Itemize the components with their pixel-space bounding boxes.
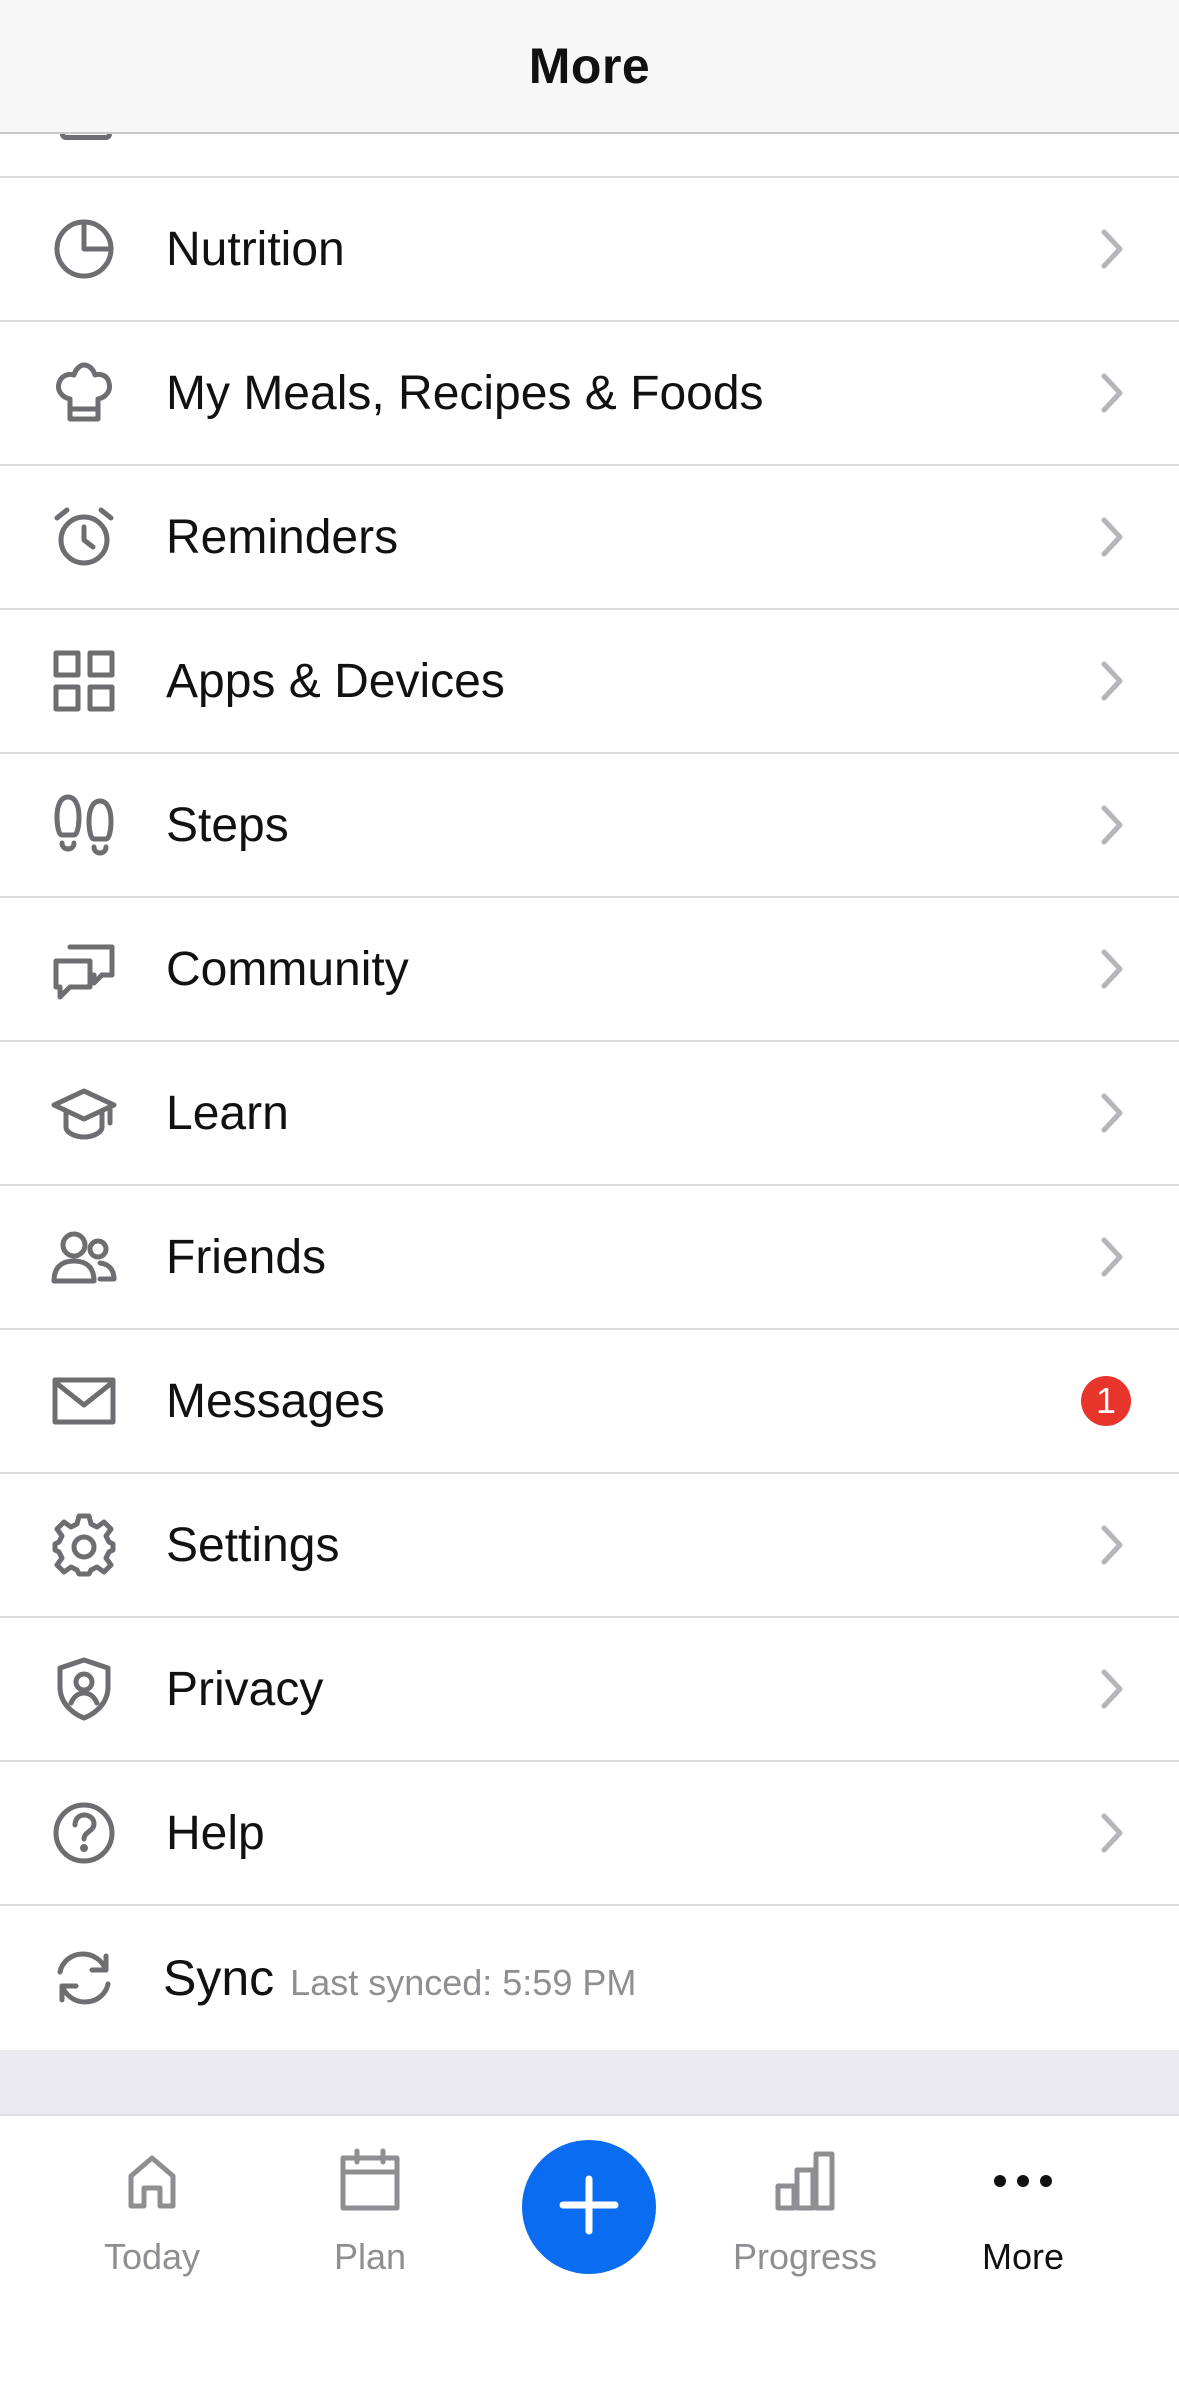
menu-item-privacy[interactable]: Privacy <box>0 1618 1179 1762</box>
unread-count-badge: 1 <box>1081 1376 1131 1426</box>
menu-item-label: Reminders <box>166 510 399 564</box>
home-icon <box>117 2146 187 2216</box>
calendar-icon <box>335 2146 405 2216</box>
chevron-right-icon <box>1097 1234 1127 1280</box>
chevron-right-icon <box>1097 802 1127 848</box>
gear-icon <box>50 1511 118 1579</box>
menu-item-label: Messages <box>166 1374 385 1428</box>
partially-hidden-row[interactable] <box>0 134 1179 178</box>
chevron-right-icon <box>1097 1666 1127 1712</box>
chevron-right-icon <box>1097 1810 1127 1856</box>
menu-item-reminders[interactable]: Reminders <box>0 466 1179 610</box>
bar-chart-icon <box>770 2146 840 2216</box>
tab-label: More <box>981 2236 1065 2277</box>
menu-item-steps[interactable]: Steps <box>0 754 1179 898</box>
question-circle-icon <box>50 1799 118 1867</box>
tab-plan[interactable]: Plan <box>275 2146 465 2306</box>
tab-label: Today <box>103 2236 201 2277</box>
chat-bubbles-icon <box>50 935 118 1003</box>
sync-label: Sync <box>163 1950 275 2006</box>
shield-user-icon <box>50 1655 118 1723</box>
menu-item-nutrition[interactable]: Nutrition <box>0 178 1179 322</box>
page-title: More <box>528 38 651 94</box>
menu-item-label: Nutrition <box>166 222 345 276</box>
chevron-right-icon <box>1097 226 1127 272</box>
sync-text: Sync Last synced: 5:59 PM <box>163 1949 636 2007</box>
more-screen: More Nutrition My Meals, Recipes & Foods… <box>0 0 1179 2396</box>
menu-item-label: Apps & Devices <box>166 654 505 708</box>
menu-item-sync[interactable]: Sync Last synced: 5:59 PM <box>0 1906 1179 2050</box>
more-dots-icon <box>988 2146 1058 2216</box>
menu-item-label: Friends <box>166 1230 327 1284</box>
tab-more[interactable]: More <box>928 2146 1118 2306</box>
partial-icon <box>60 134 112 140</box>
envelope-icon <box>50 1367 118 1435</box>
sync-icon <box>50 1944 118 2012</box>
grid-icon <box>50 647 118 715</box>
menu-item-help[interactable]: Help <box>0 1762 1179 1906</box>
people-icon <box>50 1223 118 1291</box>
menu-item-label: Learn <box>166 1086 289 1140</box>
graduation-cap-icon <box>50 1079 118 1147</box>
menu-item-friends[interactable]: Friends <box>0 1186 1179 1330</box>
menu-item-settings[interactable]: Settings <box>0 1474 1179 1618</box>
menu-item-messages[interactable]: Messages 1 <box>0 1330 1179 1474</box>
tab-label: Progress <box>732 2236 878 2277</box>
menu-item-apps-devices[interactable]: Apps & Devices <box>0 610 1179 754</box>
tab-progress[interactable]: Progress <box>710 2146 900 2306</box>
chevron-right-icon <box>1097 946 1127 992</box>
menu-item-label: Community <box>166 942 409 996</box>
alarm-clock-icon <box>50 503 118 571</box>
chevron-right-icon <box>1097 514 1127 560</box>
chevron-right-icon <box>1097 658 1127 704</box>
chevron-right-icon <box>1097 1522 1127 1568</box>
menu-item-learn[interactable]: Learn <box>0 1042 1179 1186</box>
chevron-right-icon <box>1097 370 1127 416</box>
pie-chart-icon <box>50 215 118 283</box>
menu-item-label: Help <box>166 1806 265 1860</box>
tab-bar: Today Plan Progress More <box>0 2114 1179 2396</box>
tab-label: Plan <box>333 2236 407 2277</box>
menu-item-label: Settings <box>166 1518 340 1572</box>
tab-today[interactable]: Today <box>57 2146 247 2306</box>
more-menu-list[interactable]: Nutrition My Meals, Recipes & Foods Remi… <box>0 134 1179 2050</box>
last-synced-status: Last synced: 5:59 PM <box>290 1962 637 2003</box>
footprints-icon <box>50 791 118 859</box>
plus-icon <box>557 2173 621 2242</box>
nav-bar: More <box>0 0 1179 134</box>
menu-item-my-meals[interactable]: My Meals, Recipes & Foods <box>0 322 1179 466</box>
chevron-right-icon <box>1097 1090 1127 1136</box>
menu-item-label: Privacy <box>166 1662 324 1716</box>
menu-item-community[interactable]: Community <box>0 898 1179 1042</box>
add-button[interactable] <box>522 2140 656 2274</box>
chef-hat-icon <box>50 359 118 427</box>
menu-item-label: My Meals, Recipes & Foods <box>166 366 764 420</box>
menu-item-label: Steps <box>166 798 289 852</box>
section-spacer <box>0 2050 1179 2114</box>
